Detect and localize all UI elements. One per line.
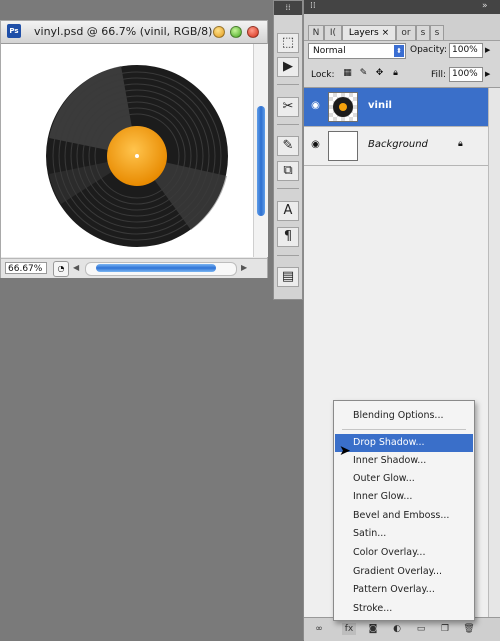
menu-item-inner-glow[interactable]: Inner Glow... (335, 488, 473, 506)
lock-position-icon[interactable]: ✥ (374, 68, 385, 79)
vinyl-thumbnail-icon (333, 97, 353, 117)
menu-item-blending-options[interactable]: Blending Options... (335, 407, 473, 425)
close-tab-icon[interactable]: × (382, 28, 390, 38)
mouse-pointer-icon: ➤ (339, 443, 351, 459)
character-panel-icon[interactable]: A (277, 201, 299, 221)
minimize-button[interactable] (213, 26, 225, 38)
zoom-button[interactable] (230, 26, 242, 38)
delete-layer-icon[interactable]: 🗑︎ (462, 623, 476, 635)
panel-grip-icon[interactable]: ⁞⁞ (310, 1, 316, 11)
menu-separator (342, 429, 466, 430)
opacity-slider-arrow-icon[interactable]: ▶ (485, 46, 490, 54)
document-titlebar[interactable]: Ps vinyl.psd @ 66.7% (vinil, RGB/8) (1, 21, 267, 44)
document-horizontal-scrollbar[interactable] (85, 262, 237, 276)
menu-item-satin[interactable]: Satin... (335, 525, 473, 543)
new-layer-icon[interactable]: ❐ (438, 623, 452, 635)
fill-field[interactable]: 100% (449, 67, 483, 82)
link-layers-icon[interactable]: ∞ (312, 623, 326, 635)
document-status-bar: 66.67% ◔ ◀ ▶ (1, 258, 267, 278)
paragraph-panel-icon[interactable]: ¶ (277, 227, 299, 247)
collapse-panel-icon[interactable]: » (482, 1, 488, 11)
lock-all-icon[interactable]: 🔒︎ (390, 68, 401, 79)
brushes-panel-icon[interactable]: ✎ (277, 136, 299, 156)
document-title: vinyl.psd @ 66.7% (vinil, RGB/8) (34, 25, 213, 38)
layer-name[interactable]: vinil (368, 100, 392, 111)
add-mask-icon[interactable]: ◙ (366, 623, 380, 635)
status-info-icon[interactable]: ◔ (53, 261, 69, 277)
actions-panel-icon[interactable]: ▶ (277, 57, 299, 77)
eye-icon[interactable]: ◉ (309, 139, 322, 151)
layers-vertical-scrollbar[interactable] (488, 88, 500, 618)
blend-mode-value: Normal (313, 46, 346, 56)
fill-label: Fill: (431, 70, 447, 80)
horizontal-scroll-thumb[interactable] (96, 264, 216, 272)
vertical-scroll-thumb[interactable] (257, 106, 265, 216)
dock-separator (277, 84, 299, 85)
document-window: Ps vinyl.psd @ 66.7% (vinil, RGB/8) 66.6… (0, 20, 268, 278)
navigator-panel-icon[interactable]: ⬚ (277, 33, 299, 53)
menu-item-stroke[interactable]: Stroke... (335, 600, 473, 618)
layer-comps-icon[interactable]: ▤ (277, 267, 299, 287)
menu-item-pattern-overlay[interactable]: Pattern Overlay... (335, 581, 473, 599)
document-canvas[interactable] (1, 44, 253, 257)
adjustment-layer-icon[interactable]: ◐ (390, 623, 404, 635)
tool-presets-icon[interactable]: ✂ (277, 97, 299, 117)
menu-item-drop-shadow[interactable]: Drop Shadow... (335, 434, 473, 452)
lock-image-pixels-icon[interactable]: ✎ (358, 68, 369, 79)
panel-header[interactable]: ⁞⁞ » (304, 0, 500, 14)
clone-source-icon[interactable]: ⧉ (277, 161, 299, 181)
layer-row-vinil[interactable]: ◉ vinil (304, 88, 488, 127)
dock-separator (277, 124, 299, 125)
menu-item-bevel-and-emboss[interactable]: Bevel and Emboss... (335, 507, 473, 525)
scroll-right-arrow-icon[interactable]: ▶ (241, 263, 247, 272)
fill-slider-arrow-icon[interactable]: ▶ (485, 70, 490, 78)
layer-name[interactable]: Background (368, 139, 428, 150)
record-spindle-hole (135, 154, 139, 158)
scroll-left-arrow-icon[interactable]: ◀ (73, 263, 79, 272)
layer-style-menu: Blending Options... Drop Shadow... Inner… (333, 400, 475, 621)
vinyl-record-image (46, 65, 228, 247)
lock-transparency-icon[interactable]: ▦ (342, 68, 353, 79)
layer-row-background[interactable]: ◉ Background 🔒︎ (304, 127, 488, 166)
tab-navigator[interactable]: N (308, 25, 324, 40)
tab-info[interactable]: I( (324, 25, 342, 40)
dock-separator (277, 188, 299, 189)
menu-item-color-overlay[interactable]: Color Overlay... (335, 544, 473, 562)
add-layer-style-icon[interactable]: fx (342, 623, 356, 635)
collapsed-panels-dock: ⁞⁞ ⬚ ▶ ✂ ✎ ⧉ A ¶ ▤ (273, 0, 303, 300)
menu-item-inner-shadow[interactable]: Inner Shadow... (335, 452, 473, 470)
layer-thumbnail (328, 92, 358, 122)
opacity-label: Opacity: (410, 45, 447, 55)
opacity-field[interactable]: 100% (449, 43, 483, 58)
zoom-level-field[interactable]: 66.67% (5, 262, 47, 274)
tab-layers[interactable]: Layers × (342, 25, 396, 40)
new-group-icon[interactable]: ▭ (414, 623, 428, 635)
tab-styles[interactable]: s (430, 25, 444, 40)
layer-thumbnail (328, 131, 358, 161)
menu-item-gradient-overlay[interactable]: Gradient Overlay... (335, 563, 473, 581)
document-vertical-scrollbar[interactable] (253, 44, 268, 257)
lock-label: Lock: (311, 70, 335, 80)
tab-color[interactable]: or (396, 25, 416, 40)
tab-layers-label: Layers (348, 28, 379, 38)
tab-swatches[interactable]: s (416, 25, 430, 40)
dock-separator (277, 255, 299, 256)
lock-icon: 🔒︎ (458, 139, 463, 149)
menu-item-outer-glow[interactable]: Outer Glow... (335, 470, 473, 488)
dock-header[interactable]: ⁞⁞ (274, 1, 302, 15)
blend-mode-select[interactable]: Normal ⬍ (308, 43, 406, 59)
eye-icon[interactable]: ◉ (309, 100, 322, 112)
close-button[interactable] (247, 26, 259, 38)
chevron-updown-icon: ⬍ (394, 45, 404, 57)
panel-tabs: N I( Layers × or s s (304, 14, 500, 41)
photoshop-file-icon: Ps (7, 24, 21, 38)
